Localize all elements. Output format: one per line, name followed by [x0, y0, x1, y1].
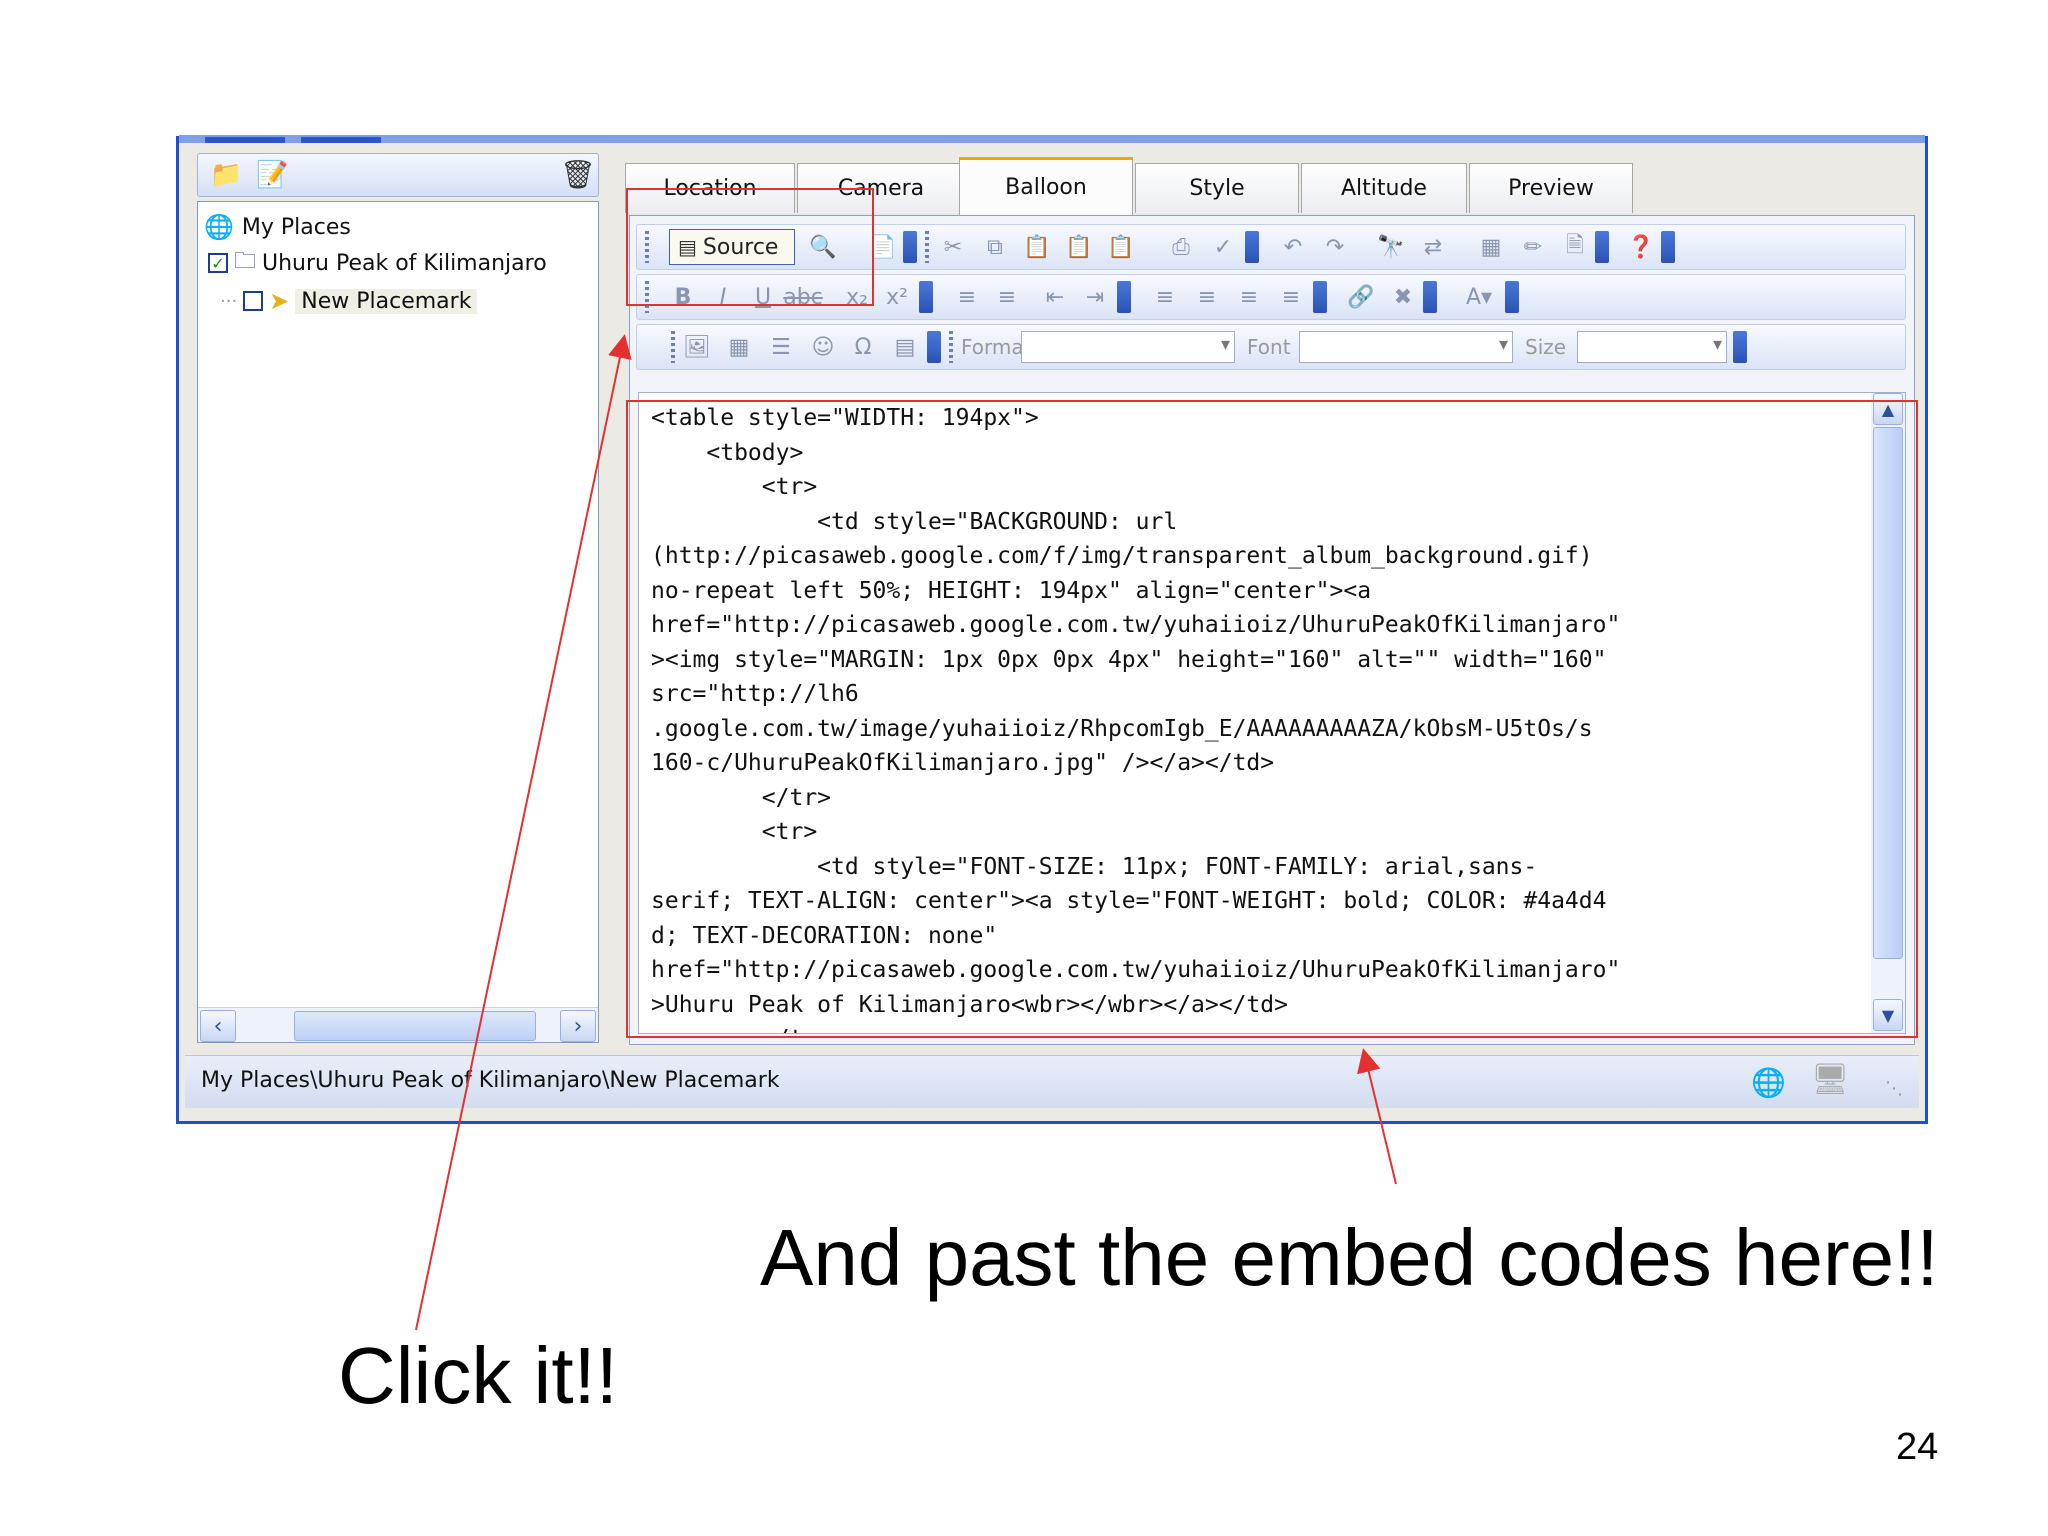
click-caption: Click it!! — [338, 1331, 618, 1420]
arrow-to-source-button — [415, 334, 632, 1331]
embed-caption: And past the embed codes here!! — [760, 1213, 1939, 1302]
page-number: 24 — [1896, 1426, 1939, 1468]
arrow-to-code-area — [1357, 1048, 1397, 1185]
annotation-arrows — [415, 334, 1397, 1331]
